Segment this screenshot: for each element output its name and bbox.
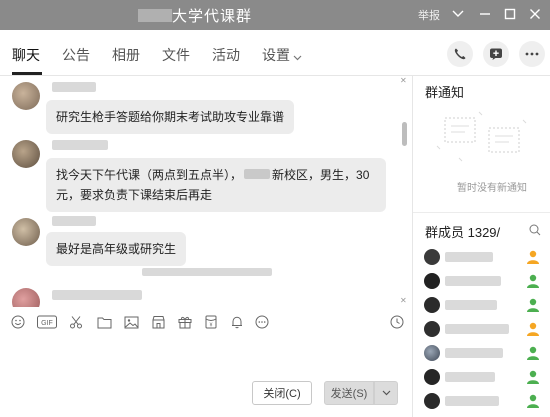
member-item[interactable]: [413, 270, 550, 292]
tab-files[interactable]: 文件: [162, 45, 190, 65]
tab-bar: 聊天 公告 相册 文件 活动 设置: [0, 30, 550, 76]
group-notice-title: 群通知: [425, 85, 465, 100]
gif-icon[interactable]: GIF: [37, 314, 57, 330]
message-input-area[interactable]: 关闭(C) 发送(S): [0, 337, 412, 417]
emoji-icon[interactable]: [10, 314, 26, 330]
gift-icon[interactable]: [177, 314, 193, 330]
sender-name-redacted: [52, 140, 108, 150]
member-name-redacted: [445, 300, 497, 310]
close-button[interactable]: 关闭(C): [252, 381, 312, 405]
right-panel: 群通知 暂时没有新通知 群成员 1329/: [413, 76, 550, 417]
member-name-redacted: [445, 372, 495, 382]
admin-icon: [527, 250, 539, 264]
member-name-redacted: [445, 276, 501, 286]
more-icon: [525, 52, 539, 56]
redacted-text: [244, 169, 271, 179]
avatar[interactable]: [12, 218, 40, 246]
phone-icon: [454, 48, 466, 60]
history-clock-icon[interactable]: [389, 314, 405, 330]
member-item[interactable]: [413, 366, 550, 388]
member-item[interactable]: [413, 318, 550, 340]
tab-chat[interactable]: 聊天: [12, 45, 40, 65]
avatar: [424, 345, 440, 361]
member-item[interactable]: [413, 342, 550, 364]
bell-icon[interactable]: [229, 314, 245, 330]
search-icon[interactable]: [529, 224, 541, 239]
composer-toolbar: GIF ¥: [0, 307, 412, 337]
tab-settings[interactable]: 设置: [262, 45, 290, 65]
svg-text:¥: ¥: [210, 323, 213, 329]
message-bubble[interactable]: 找今天下午代课（两点到五点半）， 新校区，男生，30 元，要求负责下课结束后再走: [46, 158, 386, 212]
member-count-title: 群成员 1329/: [425, 225, 501, 240]
phone-call-button[interactable]: [447, 41, 473, 67]
member-item[interactable]: [413, 246, 550, 268]
add-app-button[interactable]: [483, 41, 509, 67]
screenshot-scissors-icon[interactable]: [68, 314, 84, 330]
empty-notice-illustration: [436, 111, 527, 162]
more-button[interactable]: [519, 41, 545, 67]
member-name-redacted: [445, 324, 509, 334]
message-text: 找今天下午代课（两点到五点半），: [56, 168, 243, 182]
avatar: [424, 321, 440, 337]
avatar: [424, 249, 440, 265]
sender-name-redacted: [52, 290, 142, 300]
member-icon: [527, 346, 539, 360]
more-options-icon[interactable]: [254, 314, 270, 330]
scroll-up-icon[interactable]: ✕: [400, 76, 407, 85]
member-name-redacted: [445, 348, 503, 358]
avatar: [424, 297, 440, 313]
minimize-icon[interactable]: [474, 4, 496, 24]
chevron-down-icon: [382, 390, 390, 396]
member-icon: [527, 298, 539, 312]
title-bar: 大学代课群 举报: [0, 0, 550, 30]
member-icon: [527, 370, 539, 384]
message-text: 新校区，男生，30: [272, 168, 370, 182]
avatar[interactable]: [12, 82, 40, 110]
sender-name-redacted: [52, 216, 96, 226]
send-button[interactable]: 发送(S): [324, 381, 374, 405]
chevron-down-icon[interactable]: [293, 50, 302, 64]
svg-text:GIF: GIF: [41, 320, 53, 327]
message-text: 元，要求负责下课结束后再走: [56, 188, 213, 202]
avatar: [424, 273, 440, 289]
tab-announcement[interactable]: 公告: [62, 45, 90, 65]
message-bubble[interactable]: 最好是高年级或研究生: [46, 232, 187, 266]
red-packet-icon[interactable]: ¥: [203, 314, 219, 330]
shop-icon[interactable]: [150, 314, 166, 330]
message-bubble[interactable]: 研究生枪手答题给你期末考试助攻专业靠谱: [46, 100, 295, 134]
scroll-down-icon[interactable]: ✕: [400, 296, 407, 305]
tab-album[interactable]: 相册: [112, 45, 140, 65]
avatar[interactable]: [12, 288, 40, 307]
maximize-icon[interactable]: [499, 4, 521, 24]
chevron-down-icon[interactable]: [447, 4, 469, 24]
member-name-redacted: [445, 396, 499, 406]
member-icon: [527, 394, 539, 408]
chat-plus-icon: [490, 48, 502, 60]
avatar: [424, 393, 440, 409]
window-title: 大学代课群: [172, 8, 253, 25]
tab-activity[interactable]: 活动: [212, 45, 240, 65]
admin-icon: [527, 322, 539, 336]
chat-message-list[interactable]: 研究生枪手答题给你期末考试助攻专业靠谱 找今天下午代课（两点到五点半）， 新校区，…: [0, 76, 412, 307]
member-icon: [527, 274, 539, 288]
message-text: 最好是高年级或研究生: [56, 242, 177, 256]
sender-name-redacted: [52, 82, 96, 92]
section-divider: [413, 212, 550, 213]
avatar[interactable]: [12, 140, 40, 168]
close-icon[interactable]: [524, 4, 546, 24]
avatar: [424, 369, 440, 385]
active-tab-indicator: [12, 72, 42, 75]
folder-icon[interactable]: [96, 314, 112, 330]
system-notice-redacted: [142, 268, 272, 276]
member-item[interactable]: [413, 294, 550, 316]
image-icon[interactable]: [123, 314, 139, 330]
report-button[interactable]: 举报: [418, 7, 440, 23]
title-redacted: [138, 9, 172, 22]
member-name-redacted: [445, 252, 493, 262]
chat-scrollbar-thumb[interactable]: [402, 122, 407, 146]
member-item[interactable]: [413, 390, 550, 412]
message-text: 研究生枪手答题给你期末考试助攻专业靠谱: [56, 110, 285, 124]
notice-empty-text: 暂时没有新通知: [457, 183, 527, 194]
send-options-button[interactable]: [374, 381, 398, 405]
